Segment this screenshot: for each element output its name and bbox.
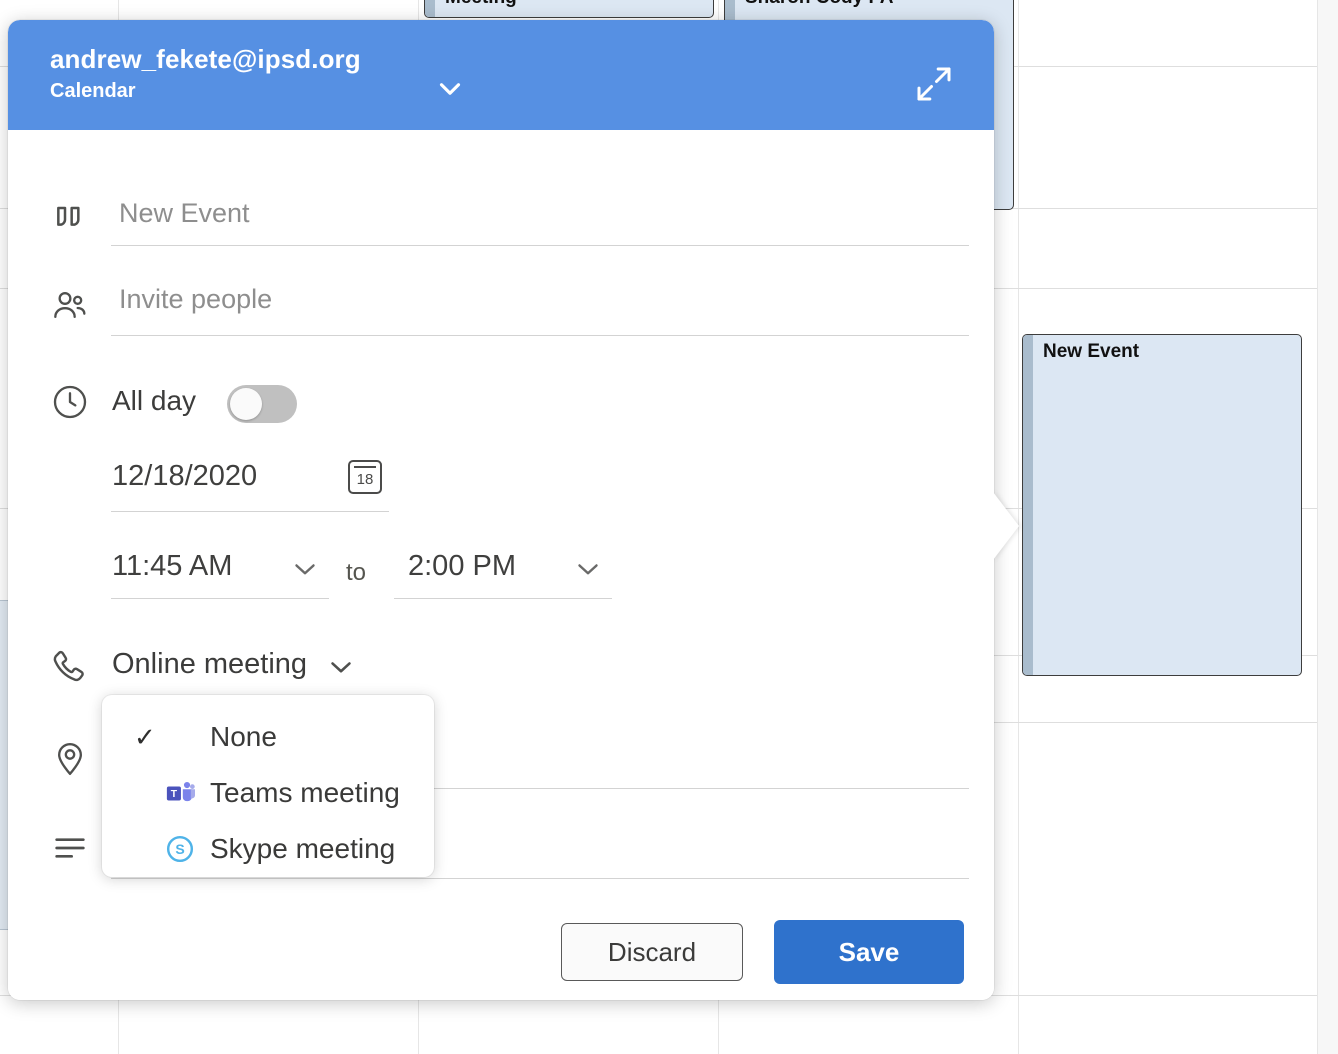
time-range-separator: to [346,559,367,586]
discard-button[interactable]: Discard [561,923,743,981]
all-day-toggle[interactable] [227,385,297,423]
skype-icon: S [164,833,196,865]
new-event-popup: andrew_fekete@ipsd.org Calendar New Even… [8,20,1019,1000]
toggle-knob [230,388,262,420]
dropdown-option-label: None [210,721,277,752]
svg-text:S: S [175,841,184,857]
account-email: andrew_fekete@ipsd.org [50,44,361,74]
online-meeting-dropdown-menu: ✓ None T Teams meeting S Skype meeting [102,695,434,877]
start-date-input[interactable]: 12/18/2020 [112,460,257,493]
event-title: Meeting [445,0,709,9]
event-title-placeholder[interactable]: New Event [119,198,250,229]
save-button[interactable]: Save [774,920,964,984]
calendar-icon-day: 18 [356,471,374,488]
dropdown-option-label: Skype meeting [210,833,396,864]
dropdown-option-none[interactable]: ✓ None [102,709,434,765]
chevron-down-icon[interactable] [571,552,605,586]
end-time-underline [394,598,612,599]
chevron-down-icon[interactable] [433,72,467,106]
event-color-bar [425,0,435,17]
event-title: Sharon Cody PA [745,0,1009,9]
event-title: New Event [1043,341,1140,362]
expand-diagonal-icon[interactable] [914,64,954,104]
popup-header: andrew_fekete@ipsd.org Calendar [8,20,994,130]
start-time-input[interactable]: 11:45 AM [112,550,232,583]
teams-icon: T [164,777,196,809]
description-lines-icon [50,828,90,868]
calendar-icon-top-bar [354,466,376,468]
date-underline [111,511,389,512]
start-time-underline [111,598,329,599]
quote-icon [50,198,90,238]
end-time-input[interactable]: 2:00 PM [408,550,516,583]
phone-icon [48,646,88,686]
invite-people-placeholder[interactable]: Invite people [119,284,272,315]
module-label: Calendar [50,80,136,102]
check-icon: ✓ [134,722,156,752]
chevron-down-icon[interactable] [324,650,358,684]
invite-people-underline [111,335,969,336]
all-day-label: All day [112,385,197,416]
popup-callout-arrow [993,492,1019,560]
location-pin-icon [50,738,90,778]
calendar-icon[interactable]: 18 [348,460,382,494]
dropdown-option-skype-meeting[interactable]: S Skype meeting [102,821,434,877]
event-color-bar [1023,335,1033,675]
svg-text:T: T [171,789,178,800]
online-meeting-label[interactable]: Online meeting [112,648,307,681]
dropdown-option-label: Teams meeting [210,777,400,808]
people-icon [50,286,90,326]
popup-body: New Event Invite people All day 12/18/20… [8,130,994,1000]
chevron-down-icon[interactable] [288,552,322,586]
description-underline [111,878,969,879]
clock-icon [50,382,90,422]
calendar-right-gutter [1317,0,1338,1054]
calendar-event-meeting[interactable]: Meeting [424,0,714,18]
dropdown-option-teams-meeting[interactable]: T Teams meeting [102,765,434,821]
calendar-event-new-event[interactable]: New Event [1022,334,1302,676]
event-title-underline [111,245,969,246]
